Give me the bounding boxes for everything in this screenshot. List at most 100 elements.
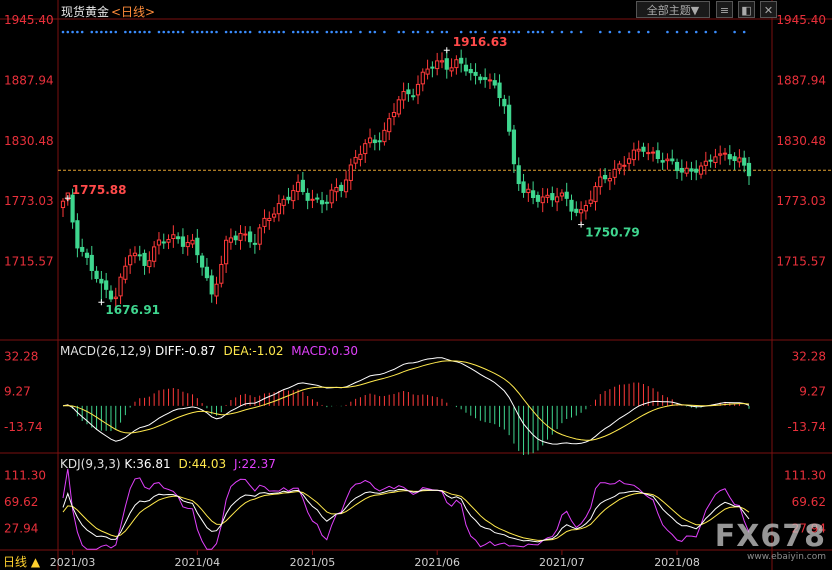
signal-dot (224, 30, 228, 34)
signal-dot (176, 30, 180, 34)
candle-body (650, 151, 656, 154)
candle-body (161, 241, 166, 244)
signal-dot (531, 30, 535, 34)
candle-body (200, 255, 205, 268)
candle-body (727, 154, 732, 160)
kdj-k: K:36.81 (124, 457, 171, 471)
signal-dot (66, 30, 70, 34)
candle-body (305, 192, 310, 201)
candle-body (276, 203, 281, 215)
candle-body (689, 168, 694, 172)
candle-body (84, 252, 90, 258)
signal-dot (440, 30, 444, 34)
candle-body (406, 89, 411, 95)
layout-icon[interactable]: ◧ (738, 1, 755, 18)
price-axis-left-label: 1715.57 (4, 255, 54, 269)
signal-dot (267, 30, 271, 34)
candle-body (94, 270, 99, 279)
candle-body (674, 161, 680, 172)
candle-body (468, 69, 473, 74)
period-tab[interactable]: 日线 ▲ (3, 553, 40, 570)
macd-axis-left-label: 9.27 (4, 385, 31, 399)
candle-body (271, 213, 277, 218)
candle-body (679, 167, 684, 173)
close-icon[interactable]: ✕ (760, 1, 777, 18)
candle-body (420, 71, 425, 85)
candle-body (118, 276, 123, 297)
signal-dot (383, 30, 386, 34)
candle-body (204, 266, 210, 279)
candle-body (286, 196, 291, 201)
candle-body (99, 278, 104, 284)
candle-body (511, 129, 517, 165)
candle-body (684, 167, 689, 174)
macd-axis-left-label: -13.74 (4, 420, 43, 434)
candle-body (641, 146, 646, 152)
candle-body (195, 237, 200, 256)
candle-body (367, 137, 373, 144)
macd-value: MACD:0.30 (291, 344, 359, 358)
candle-body (214, 283, 219, 297)
signal-dot (172, 30, 175, 34)
signal-dot (536, 30, 540, 34)
candle-body (646, 152, 651, 155)
signal-dot (666, 30, 669, 34)
signal-dot (551, 30, 554, 34)
kdj-d: D:44.03 (178, 457, 227, 471)
macd-axis-right-label: -13.74 (787, 420, 826, 434)
candle-body (137, 254, 142, 257)
signal-dot (90, 30, 94, 34)
signal-dot (517, 30, 521, 34)
candle-body (660, 160, 665, 163)
candle-body (435, 60, 440, 70)
candle-body (104, 280, 109, 290)
signal-dot (124, 30, 127, 34)
candle-body (396, 99, 401, 115)
signal-dot (234, 30, 237, 34)
chart-canvas[interactable]: 1715.57 1715.57 1773.03 1773.03 1830.48 1830.… (0, 0, 832, 570)
candle-body (439, 60, 445, 63)
list-icon[interactable]: ≡ (716, 1, 733, 18)
signal-dot (675, 30, 679, 34)
price-axis-right-label: 1830.48 (776, 134, 826, 148)
theme-dropdown[interactable]: 全部主题▼ (636, 1, 710, 18)
candle-body (324, 201, 329, 204)
signal-dot (215, 30, 218, 34)
signal-dot (277, 30, 281, 34)
candle-body (156, 239, 162, 246)
candle-body (483, 77, 488, 80)
candle-body (262, 217, 267, 227)
signal-dot (618, 30, 621, 34)
candle-body (449, 67, 454, 72)
price-axis-right-label: 1773.03 (776, 194, 826, 208)
candle-body (257, 227, 262, 245)
signal-dot (296, 30, 300, 34)
signal-dot (315, 30, 319, 34)
candle-body (185, 242, 190, 248)
candle-body (516, 165, 521, 185)
candle-body (89, 254, 94, 271)
candle-body (545, 194, 550, 198)
candle-body (737, 157, 742, 163)
kdj-j-line (62, 468, 750, 550)
candle-body (348, 164, 353, 181)
signal-dot (330, 30, 333, 34)
candle-body (190, 239, 195, 245)
candle-body (694, 168, 699, 173)
x-axis-label: 2021/03 (50, 556, 96, 569)
instrument-title: 现货黄金 (61, 5, 110, 19)
candle-body (507, 104, 512, 132)
signal-dot (148, 30, 151, 34)
signal-dot (459, 30, 463, 34)
signal-dot (229, 30, 233, 34)
period-label[interactable]: <日线> (111, 3, 155, 20)
macd-axis-right-label: 9.27 (799, 385, 826, 399)
signal-dot (598, 30, 602, 34)
signal-dot (512, 30, 516, 34)
signal-dot (143, 30, 146, 34)
candle-body (670, 158, 675, 162)
signal-dot (498, 30, 501, 34)
candle-body (238, 232, 243, 241)
candle-body (252, 242, 257, 245)
candle-body (209, 275, 214, 295)
